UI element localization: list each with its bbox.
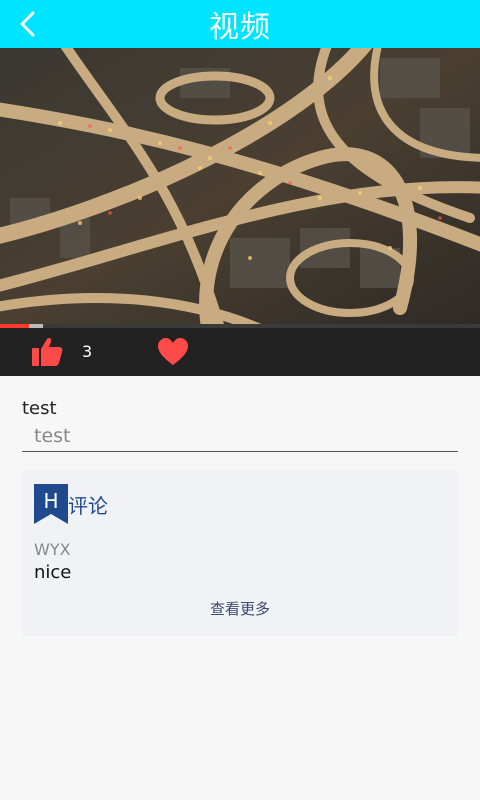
- comment-badge-letter: H: [43, 489, 58, 513]
- comment-badge-icon: H: [34, 484, 68, 524]
- comments-card: H 评论 WYX nice 查看更多: [22, 470, 458, 636]
- thumbs-up-icon: [32, 338, 63, 366]
- top-bar: 视频: [0, 0, 480, 48]
- heart-icon: [158, 338, 188, 365]
- favorite-button[interactable]: [156, 336, 190, 368]
- field-label: test: [22, 398, 57, 419]
- video-thumbnail: [0, 48, 480, 328]
- comment-text: nice: [34, 562, 72, 583]
- action-bar: 3: [0, 328, 480, 376]
- page-title: 视频: [209, 10, 271, 45]
- text-input[interactable]: [22, 420, 458, 452]
- like-button[interactable]: [30, 336, 64, 368]
- view-more-link[interactable]: 查看更多: [22, 598, 458, 619]
- comments-title: 评论: [68, 494, 108, 518]
- like-count: 3: [82, 342, 93, 361]
- comment-author: WYX: [34, 540, 71, 559]
- chevron-left-icon: [20, 11, 35, 37]
- video-player[interactable]: [0, 48, 480, 328]
- back-button[interactable]: [10, 6, 46, 42]
